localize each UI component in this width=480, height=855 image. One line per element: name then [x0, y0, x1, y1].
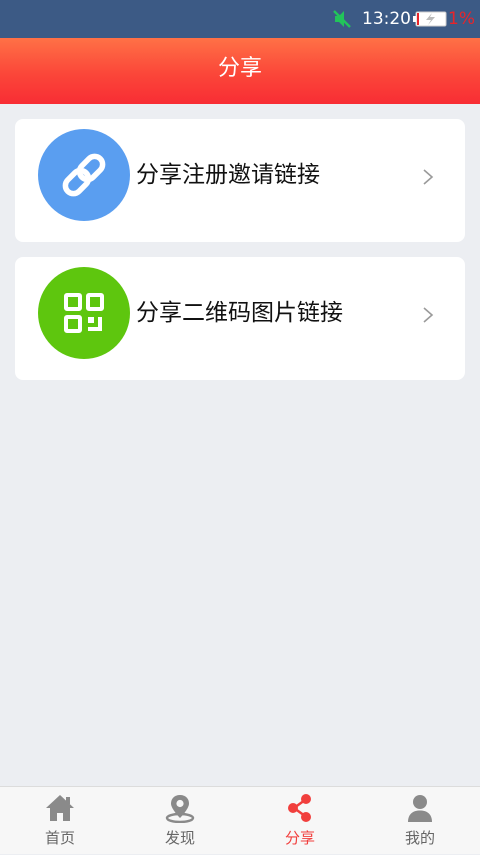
qr-code-badge	[38, 267, 130, 359]
header-bar: 分享	[0, 38, 480, 104]
battery-charging-icon	[413, 11, 447, 27]
tab-home[interactable]: 首页	[0, 787, 120, 855]
bottom-tab-bar: 首页 发现 分享 我的	[0, 786, 480, 854]
battery-percent: 1%	[448, 9, 475, 29]
chevron-right-icon	[423, 169, 434, 185]
share-icon	[288, 794, 311, 822]
tab-mine-label: 我的	[404, 829, 435, 847]
status-bar: 13:20 1%	[0, 0, 480, 38]
tab-share-label: 分享	[284, 829, 315, 847]
tab-share[interactable]: 分享	[240, 787, 360, 855]
page-title: 分享	[217, 56, 262, 81]
share-invite-link-item[interactable]: 分享注册邀请链接	[15, 119, 465, 242]
qr-code-icon	[64, 293, 104, 333]
link-icon	[62, 153, 106, 197]
link-badge	[38, 129, 130, 221]
tab-discover[interactable]: 发现	[120, 787, 240, 855]
chevron-right-icon	[423, 307, 434, 323]
home-icon	[46, 795, 74, 821]
mute-icon	[333, 10, 351, 28]
tab-mine[interactable]: 我的	[360, 787, 480, 855]
share-qr-code-label: 分享二维码图片链接	[136, 300, 343, 326]
user-icon	[408, 795, 432, 822]
location-pin-icon	[165, 795, 195, 823]
tab-home-label: 首页	[44, 829, 75, 847]
share-invite-link-label: 分享注册邀请链接	[136, 162, 320, 188]
clock: 13:20	[362, 9, 411, 29]
share-qr-code-item[interactable]: 分享二维码图片链接	[15, 257, 465, 380]
tab-discover-label: 发现	[164, 829, 195, 847]
